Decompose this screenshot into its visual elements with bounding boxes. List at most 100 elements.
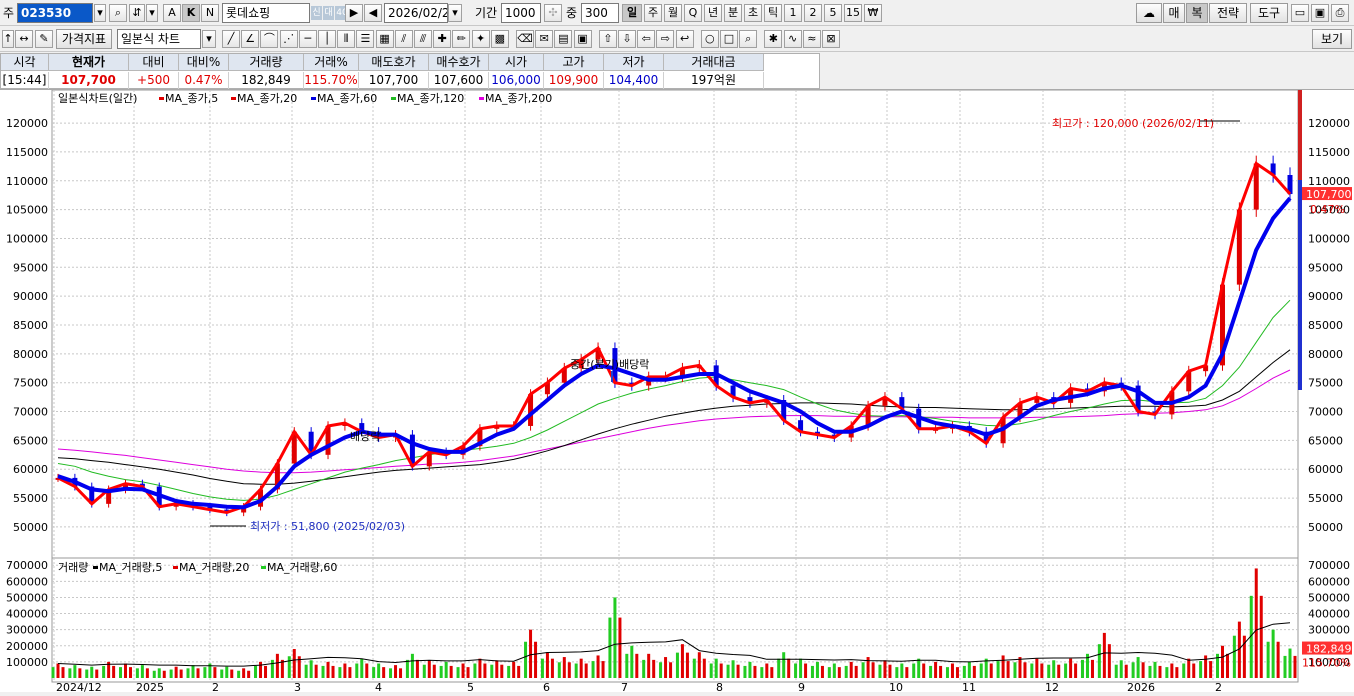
volume-bar bbox=[782, 652, 786, 678]
cross-icon[interactable]: ⊠ bbox=[822, 30, 840, 48]
price-tick-left: 80000 bbox=[13, 348, 48, 361]
cycle-lines-icon[interactable]: ⦀ bbox=[337, 30, 356, 48]
wave-icon[interactable]: ∿ bbox=[783, 30, 802, 48]
volume-bar bbox=[1064, 663, 1068, 678]
circle-icon[interactable]: ○ bbox=[700, 30, 719, 48]
interval-button-10[interactable]: 5 bbox=[824, 4, 842, 22]
volume-bar bbox=[449, 665, 453, 678]
arrow-down-icon[interactable]: ⇩ bbox=[618, 30, 636, 48]
price-panel bbox=[51, 89, 1299, 561]
volume-bar bbox=[68, 668, 72, 678]
stock-code-input[interactable]: 023530 bbox=[17, 3, 93, 23]
interval-button-0[interactable]: 일 bbox=[622, 4, 642, 22]
horizontal-line-icon[interactable]: ─ bbox=[298, 30, 317, 48]
quote-header-11: 거래대금 bbox=[664, 54, 764, 71]
volume-tick-right: 400000 bbox=[1308, 608, 1350, 621]
high-annotation: 최고가 : 120,000 (2026/02/11) bbox=[1052, 117, 1214, 130]
code-dropdown-icon[interactable]: ▾ bbox=[94, 4, 106, 22]
fan-icon[interactable]: ⋰ bbox=[279, 30, 298, 48]
quote-value-3: 0.47% bbox=[179, 72, 229, 89]
wave2-icon[interactable]: ≈ bbox=[802, 30, 821, 48]
interim-dividend-annotation: 중간(분기)배당락 bbox=[570, 358, 649, 371]
interval-button-5[interactable]: 분 bbox=[724, 4, 742, 22]
folder-icon[interactable]: ▭ bbox=[1291, 4, 1309, 22]
cross-lines-icon[interactable]: ✚ bbox=[433, 30, 452, 48]
crosshair-icon[interactable]: ✣ bbox=[544, 4, 562, 22]
period-input[interactable]: 1000 bbox=[501, 3, 541, 23]
pencil-icon[interactable]: ✏ bbox=[452, 30, 471, 48]
price-tick-right: 55000 bbox=[1308, 492, 1343, 505]
prev-arrow-icon[interactable]: ◀ bbox=[364, 4, 382, 22]
stock-name-field[interactable]: 롯데쇼핑 bbox=[222, 3, 310, 23]
mode-button-k[interactable]: K bbox=[182, 4, 200, 22]
search-icon[interactable]: ⌕ bbox=[109, 4, 127, 22]
fibo-lines-icon[interactable]: ☰ bbox=[356, 30, 375, 48]
legend-item: MA_종가,60 bbox=[317, 92, 377, 105]
price-tick-left: 115000 bbox=[6, 146, 48, 159]
interval-button-9[interactable]: 2 bbox=[804, 4, 822, 22]
volume-bar bbox=[389, 668, 393, 678]
interval-button-12[interactable]: ₩ bbox=[864, 4, 882, 22]
channel-icon[interactable]: ⫽ bbox=[394, 30, 413, 48]
button-tools[interactable]: 도구 bbox=[1250, 3, 1288, 23]
settings-icon[interactable]: ✱ bbox=[764, 30, 783, 48]
volume-bar bbox=[213, 667, 217, 678]
print-icon[interactable]: ⎙ bbox=[1331, 4, 1349, 22]
arrow-back-icon[interactable]: ↩ bbox=[675, 30, 694, 48]
sort-dropdown-icon[interactable]: ▾ bbox=[146, 4, 158, 22]
chart-type-select[interactable]: 일본식 차트 bbox=[117, 29, 201, 49]
interval-button-1[interactable]: 주 bbox=[644, 4, 662, 22]
interval-button-11[interactable]: 15 bbox=[844, 4, 862, 22]
zoom-icon[interactable]: ⌕ bbox=[739, 30, 758, 48]
volume-bar bbox=[849, 661, 853, 678]
zoom-input[interactable]: 300 bbox=[581, 3, 619, 23]
arrow-right-icon[interactable]: ⇨ bbox=[656, 30, 675, 48]
parallel-lines-icon[interactable]: ⫻ bbox=[414, 30, 432, 48]
volume-tick-left: 700000 bbox=[6, 559, 48, 572]
quote-value-4: 182,849 bbox=[229, 72, 304, 89]
vertical-line-icon[interactable]: │ bbox=[318, 30, 336, 48]
up-arrow-icon[interactable]: ↑ bbox=[2, 30, 14, 48]
save-icon[interactable]: ▣ bbox=[1311, 4, 1329, 22]
next-arrow-icon[interactable]: ▶ bbox=[345, 4, 363, 22]
button-buy[interactable]: 매 bbox=[1163, 3, 1185, 23]
mode-button-n[interactable]: N bbox=[201, 4, 219, 22]
volume-bar bbox=[242, 668, 246, 678]
price-volume-chart[interactable]: 50000 5000055000 5500060000 6000065000 65000… bbox=[0, 89, 1354, 694]
interval-button-8[interactable]: 1 bbox=[784, 4, 802, 22]
arc-icon[interactable]: ⌒ bbox=[260, 30, 279, 48]
cloud-icon[interactable]: ☁ bbox=[1136, 3, 1162, 23]
volume-bar bbox=[820, 665, 824, 678]
box-icon[interactable]: ▣ bbox=[573, 30, 592, 48]
mode-button-a[interactable]: A bbox=[163, 4, 181, 22]
interval-button-3[interactable]: Q bbox=[684, 4, 702, 22]
edit-icon[interactable]: ✎ bbox=[35, 30, 53, 48]
eraser-icon[interactable]: ⌫ bbox=[516, 30, 534, 48]
angle-line-icon[interactable]: ∠ bbox=[241, 30, 260, 48]
expand-arrows-icon[interactable]: ↔ bbox=[15, 30, 33, 48]
magic-icon[interactable]: ✦ bbox=[471, 30, 490, 48]
rectangle-icon[interactable]: □ bbox=[720, 30, 738, 48]
price-indicator-button[interactable]: 가격지표 bbox=[56, 29, 112, 49]
date-input[interactable]: 2026/02/27 bbox=[384, 3, 448, 23]
interval-button-7[interactable]: 틱 bbox=[764, 4, 782, 22]
palette-icon[interactable]: ▩ bbox=[490, 30, 509, 48]
volume-bar bbox=[292, 649, 296, 678]
grid-icon[interactable]: ▦ bbox=[375, 30, 394, 48]
note-icon[interactable]: ✉ bbox=[535, 30, 554, 48]
trendline-icon[interactable]: ╱ bbox=[222, 30, 240, 48]
table-icon[interactable]: ▤ bbox=[554, 30, 573, 48]
view-more-button[interactable]: 보기 bbox=[1312, 29, 1352, 49]
arrow-up-icon[interactable]: ⇧ bbox=[598, 30, 617, 48]
arrow-left-icon[interactable]: ⇦ bbox=[637, 30, 656, 48]
button-strategy[interactable]: 전략 bbox=[1209, 3, 1247, 23]
sort-icon[interactable]: ⇵ bbox=[129, 4, 145, 22]
interval-button-6[interactable]: 초 bbox=[744, 4, 762, 22]
interval-button-4[interactable]: 년 bbox=[704, 4, 722, 22]
chart-type-dropdown-icon[interactable]: ▾ bbox=[202, 30, 216, 48]
interval-button-2[interactable]: 월 bbox=[664, 4, 682, 22]
volume-tick-right: 700000 bbox=[1308, 559, 1350, 572]
calendar-dropdown-icon[interactable]: ▾ bbox=[448, 4, 462, 22]
chart-area[interactable]: 50000 50000 55000 55000 60000 60000 65000 65000… bbox=[0, 89, 1354, 694]
button-compound[interactable]: 복 bbox=[1186, 3, 1208, 23]
